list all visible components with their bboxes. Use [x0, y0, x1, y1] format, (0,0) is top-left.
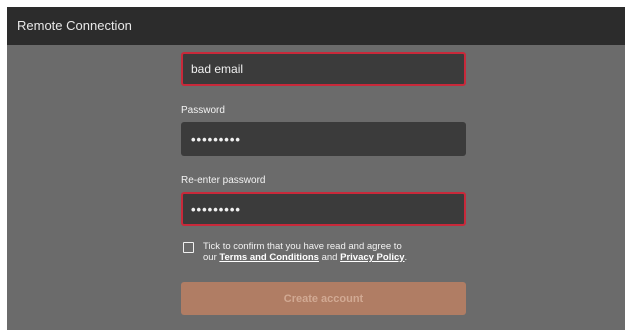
terms-checkbox[interactable] [183, 242, 194, 253]
terms-end: . [404, 252, 408, 263]
reenter-password-field[interactable]: ••••••••• [181, 192, 466, 226]
password-label: Password [181, 105, 225, 116]
terms-prefix: Tick to confirm that you have read and a… [203, 241, 402, 252]
title-bar: Remote Connection [7, 7, 625, 45]
create-account-button[interactable]: Create account [181, 282, 466, 315]
window-title: Remote Connection [17, 18, 132, 33]
terms-text: Tick to confirm that you have read and a… [203, 241, 463, 263]
password-field[interactable]: ••••••••• [181, 122, 466, 156]
reenter-password-label: Re-enter password [181, 175, 266, 186]
terms-link[interactable]: Terms and Conditions [219, 252, 319, 263]
terms-and: and [321, 252, 338, 263]
app-window: Remote Connection bad email Password •••… [7, 7, 625, 330]
terms-our: our [203, 252, 217, 263]
privacy-link[interactable]: Privacy Policy [340, 252, 404, 263]
email-field[interactable]: bad email [181, 52, 466, 86]
